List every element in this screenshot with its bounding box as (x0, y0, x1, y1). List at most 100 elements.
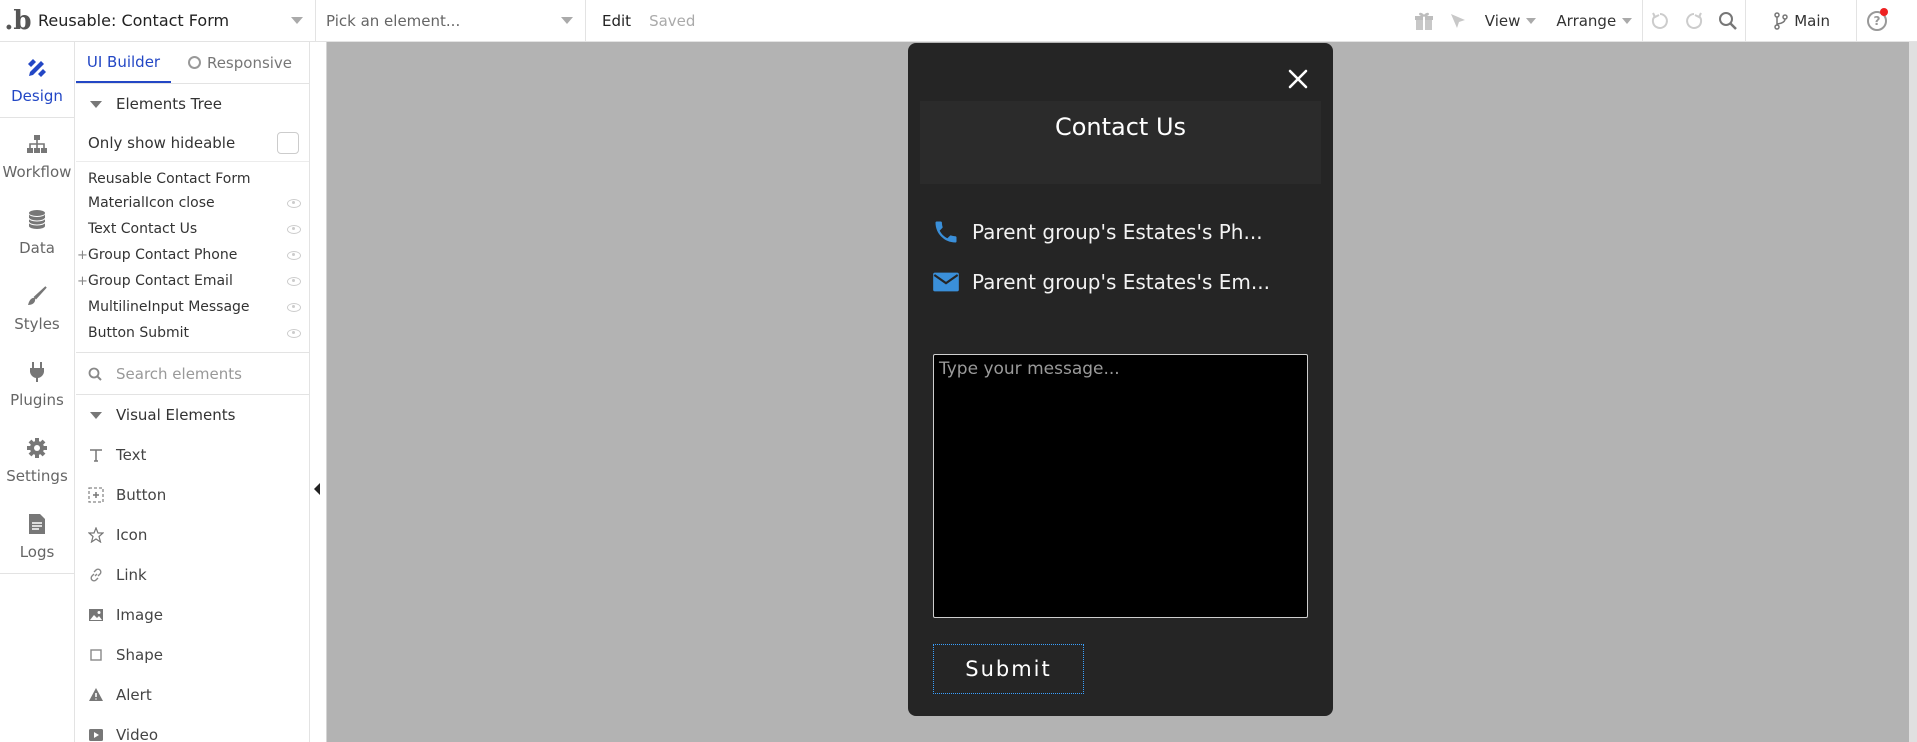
visual-element-button[interactable]: Button (76, 475, 309, 515)
branch-label: Main (1794, 12, 1830, 30)
top-bar: .b Reusable: Contact Form Pick an elemen… (0, 0, 1917, 42)
tree-item[interactable]: Button Submit (76, 320, 309, 346)
cursor-icon[interactable] (1441, 0, 1475, 42)
element-select-placeholder: Pick an element... (326, 11, 461, 30)
gift-icon[interactable] (1407, 0, 1441, 42)
elements-tree-label: Elements Tree (116, 95, 222, 113)
visual-element-icon[interactable]: Icon (76, 515, 309, 555)
responsive-icon (187, 56, 201, 69)
view-menu[interactable]: View (1475, 0, 1547, 42)
nav-styles[interactable]: Styles (0, 270, 74, 346)
visual-element-label: Video (116, 726, 159, 742)
caret-down-icon (90, 100, 102, 108)
nav-label: Settings (6, 467, 68, 485)
eye-icon[interactable] (287, 276, 301, 286)
visual-element-video[interactable]: Video (76, 715, 309, 742)
page-select[interactable]: Reusable: Contact Form (36, 0, 316, 42)
visual-element-link[interactable]: Link (76, 555, 309, 595)
tree-item[interactable]: + Group Contact Email (76, 268, 309, 294)
tree-item-label: MaterialIcon close (88, 195, 215, 211)
arrange-menu-label: Arrange (1556, 12, 1617, 30)
expand-plus-icon[interactable]: + (77, 274, 88, 289)
panel-collapse-strip[interactable] (310, 42, 327, 742)
top-bar-right: View Arrange Main ? (1407, 0, 1917, 42)
tab-responsive[interactable]: Responsive (171, 42, 309, 83)
branch-selector[interactable]: Main (1746, 0, 1856, 42)
nav-label: Styles (14, 315, 60, 333)
contact-title[interactable]: Contact Us (920, 113, 1321, 141)
message-input[interactable]: Type your message... (933, 354, 1308, 618)
nav-label: Logs (19, 542, 55, 561)
tab-ui-builder[interactable]: UI Builder (76, 42, 171, 83)
message-placeholder: Type your message... (939, 359, 1120, 379)
visual-element-label: Link (116, 566, 147, 584)
close-icon[interactable] (1284, 65, 1312, 93)
eye-icon[interactable] (287, 198, 301, 208)
chevron-down-icon (1622, 18, 1633, 24)
eye-icon[interactable] (287, 328, 301, 338)
nav-design[interactable]: Design (0, 42, 74, 118)
tree-item-label: Text Contact Us (88, 221, 198, 237)
button-icon (88, 487, 104, 503)
nav-logs[interactable]: Logs (0, 498, 74, 574)
nav-workflow[interactable]: Workflow (0, 118, 74, 194)
search-icon[interactable] (1711, 0, 1745, 42)
element-select[interactable]: Pick an element... (316, 0, 586, 42)
link-icon (88, 567, 104, 583)
contact-form-popup[interactable]: Contact Us Parent group's Estates's Ph..… (908, 43, 1333, 716)
text-icon (88, 447, 104, 463)
notification-dot (1880, 8, 1888, 16)
visual-element-alert[interactable]: Alert (76, 675, 309, 715)
tree-item[interactable]: + Group Contact Phone (76, 242, 309, 268)
visual-element-label: Alert (116, 686, 152, 704)
tab-responsive-label: Responsive (206, 53, 293, 72)
search-icon (88, 367, 102, 381)
tree-item[interactable]: Text Contact Us (76, 216, 309, 242)
brush-icon (24, 283, 50, 309)
bubble-logo[interactable]: .b (0, 0, 36, 42)
tree-item[interactable]: MultilineInput Message (76, 294, 309, 320)
visual-element-text[interactable]: Text (76, 435, 309, 475)
contact-phone-text: Parent group's Estates's Ph... (972, 220, 1263, 244)
only-show-hideable-checkbox[interactable] (277, 131, 299, 154)
square-icon (88, 647, 104, 663)
visual-element-label: Button (116, 486, 167, 504)
visual-element-image[interactable]: Image (76, 595, 309, 635)
nav-settings[interactable]: Settings (0, 422, 74, 498)
tree-item[interactable]: MaterialIcon close (76, 190, 309, 216)
nav-label: Plugins (10, 391, 64, 409)
arrange-menu[interactable]: Arrange (1546, 0, 1642, 42)
nav-label: Data (19, 239, 55, 257)
builder-panel: UI Builder Responsive Elements Tree Only… (76, 42, 310, 742)
visual-elements-header[interactable]: Visual Elements (76, 395, 309, 435)
search-elements[interactable]: Search elements (76, 353, 309, 395)
help-button[interactable]: ? (1857, 0, 1897, 42)
nav-plugins[interactable]: Plugins (0, 346, 74, 422)
elements-tree-header[interactable]: Elements Tree (76, 84, 309, 124)
visual-element-shape[interactable]: Shape (76, 635, 309, 675)
left-nav: Design Workflow Data Styles Plugins Sett… (0, 42, 75, 742)
tree-root[interactable]: Reusable Contact Form (76, 168, 309, 190)
redo-icon[interactable] (1677, 0, 1711, 42)
submit-button[interactable]: Submit (933, 644, 1084, 694)
play-icon (88, 727, 104, 742)
eye-icon[interactable] (287, 224, 301, 234)
contact-phone-group[interactable]: Parent group's Estates's Ph... (932, 217, 1263, 247)
eye-icon[interactable] (287, 250, 301, 260)
nav-data[interactable]: Data (0, 194, 74, 270)
undo-icon[interactable] (1643, 0, 1677, 42)
contact-header-group[interactable]: Contact Us (920, 101, 1321, 184)
chevron-down-icon (1526, 18, 1537, 24)
page-select-value: Reusable: Contact Form (38, 11, 230, 30)
image-icon (88, 607, 104, 623)
expand-plus-icon[interactable]: + (77, 248, 88, 263)
only-show-hideable-row: Only show hideable (76, 124, 309, 162)
eye-icon[interactable] (287, 302, 301, 312)
visual-element-label: Icon (116, 526, 148, 544)
contact-email-group[interactable]: Parent group's Estates's Em... (932, 267, 1270, 297)
canvas-scrollbar[interactable] (1909, 42, 1917, 742)
star-icon (88, 527, 104, 543)
chevron-down-icon (561, 17, 573, 24)
edit-menu[interactable]: Edit (602, 12, 631, 30)
tree-item-label: MultilineInput Message (88, 299, 250, 315)
